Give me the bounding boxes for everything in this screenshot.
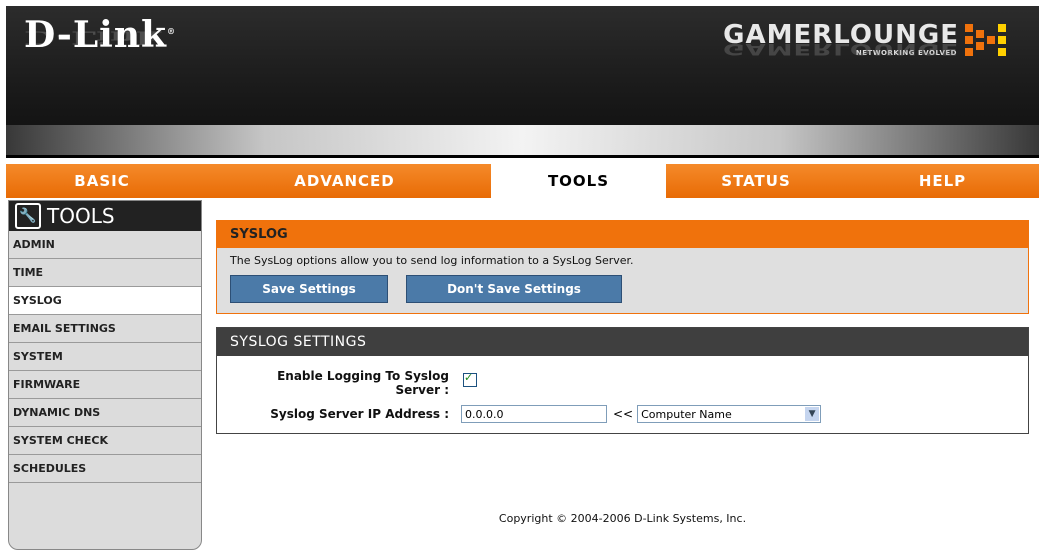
- server-ip-input[interactable]: 0.0.0.0: [461, 405, 607, 423]
- tab-status[interactable]: STATUS: [666, 164, 846, 198]
- enable-logging-label: Enable Logging To Syslog Server :: [217, 369, 457, 397]
- computer-name-select[interactable]: Computer Name ▼: [637, 405, 822, 423]
- sidebar-title: TOOLS: [47, 204, 115, 228]
- enable-logging-checkbox[interactable]: [463, 371, 477, 387]
- syslog-settings-box: SYSLOG SETTINGS Enable Logging To Syslog…: [216, 327, 1029, 434]
- gamerlounge-mark-icon: [965, 24, 1006, 56]
- main-content: SYSLOG The SysLog options allow you to s…: [216, 200, 1029, 525]
- header-banner: D-Link® D-Link GAMERLOUNGE NETWORKING EV…: [6, 6, 1039, 158]
- sidebar-item-admin[interactable]: ADMIN: [9, 231, 201, 259]
- tab-advanced[interactable]: ADVANCED: [198, 164, 491, 198]
- save-settings-button[interactable]: Save Settings: [230, 275, 388, 303]
- header-shine: [6, 125, 1039, 155]
- tab-help[interactable]: HELP: [846, 164, 1039, 198]
- top-nav: BASIC ADVANCED TOOLS STATUS HELP: [6, 164, 1039, 198]
- dont-save-settings-button[interactable]: Don't Save Settings: [406, 275, 622, 303]
- syslog-description: The SysLog options allow you to send log…: [230, 254, 634, 267]
- sidebar: 🔧 TOOLS ADMIN TIME SYSLOG EMAIL SETTINGS…: [8, 200, 202, 550]
- syslog-settings-title: SYSLOG SETTINGS: [217, 328, 1028, 356]
- tools-wrench-icon: 🔧: [15, 203, 41, 229]
- sidebar-item-firmware[interactable]: FIRMWARE: [9, 371, 201, 399]
- button-row: Save Settings Don't Save Settings: [217, 271, 1028, 313]
- sidebar-item-schedules[interactable]: SCHEDULES: [9, 455, 201, 483]
- chevron-down-icon[interactable]: ▼: [805, 407, 820, 421]
- tab-basic[interactable]: BASIC: [6, 164, 198, 198]
- sidebar-item-system-check[interactable]: SYSTEM CHECK: [9, 427, 201, 455]
- enable-logging-row: Enable Logging To Syslog Server :: [217, 369, 1028, 397]
- page: D-Link® D-Link GAMERLOUNGE NETWORKING EV…: [6, 0, 1039, 554]
- syslog-title: SYSLOG: [217, 221, 1028, 248]
- enable-logging-label-line1: Enable Logging To Syslog: [277, 369, 449, 383]
- computer-name-select-value: Computer Name: [641, 408, 732, 421]
- syslog-box: SYSLOG The SysLog options allow you to s…: [216, 220, 1029, 314]
- sidebar-item-syslog[interactable]: SYSLOG: [9, 287, 201, 315]
- server-ip-row: Syslog Server IP Address : 0.0.0.0 << Co…: [217, 405, 1028, 423]
- gamerlounge-brand-reflection: GAMERLOUNGE: [723, 40, 959, 58]
- sidebar-item-email-settings[interactable]: EMAIL SETTINGS: [9, 315, 201, 343]
- sidebar-item-dynamic-dns[interactable]: DYNAMIC DNS: [9, 399, 201, 427]
- sidebar-item-time[interactable]: TIME: [9, 259, 201, 287]
- header-divider: [6, 155, 1039, 158]
- copy-arrows[interactable]: <<: [613, 407, 633, 421]
- sidebar-header: 🔧 TOOLS: [9, 201, 201, 231]
- tab-tools[interactable]: TOOLS: [491, 164, 666, 198]
- copyright-text: Copyright © 2004-2006 D-Link Systems, In…: [498, 512, 747, 525]
- dlink-logo-reflection: D-Link: [24, 27, 161, 48]
- sidebar-item-system[interactable]: SYSTEM: [9, 343, 201, 371]
- server-ip-label: Syslog Server IP Address :: [270, 407, 449, 421]
- enable-logging-label-line2: Server :: [395, 383, 449, 397]
